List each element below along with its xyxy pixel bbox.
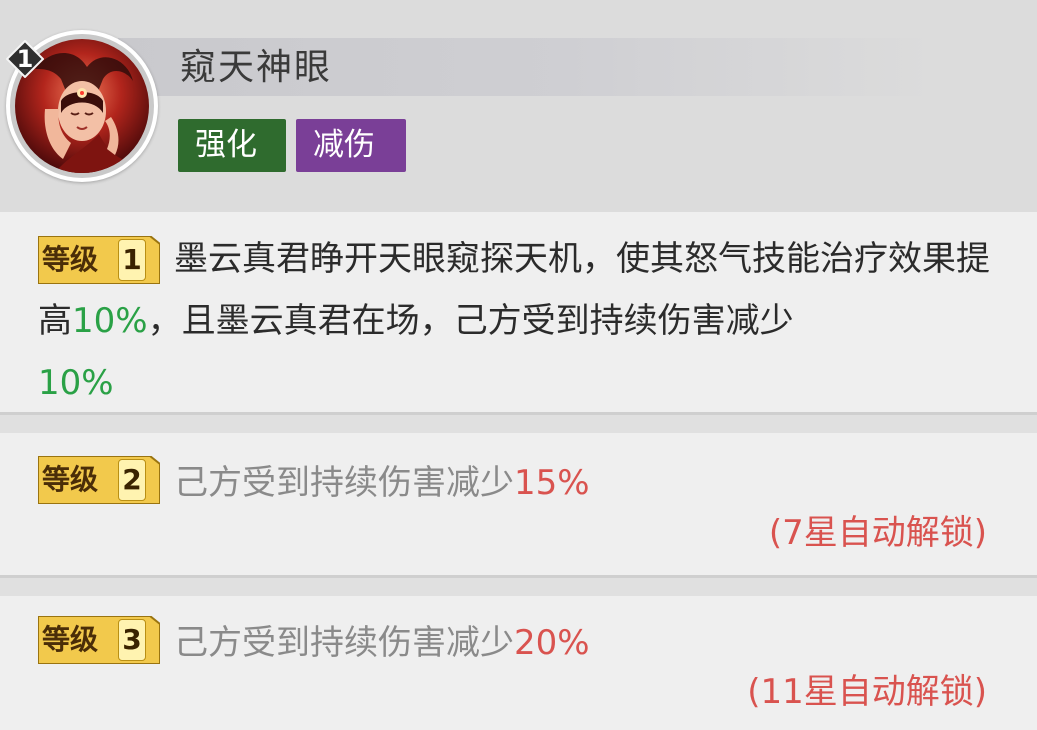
level-2-text: 己方受到持续伤害减少: [174, 463, 514, 503]
tag-enhance: 强化: [178, 119, 286, 172]
level-3-label: 等级: [42, 623, 99, 656]
skill-index: 1: [16, 45, 34, 73]
level-2-description: 己方受到持续伤害减少15%: [174, 452, 590, 514]
tag-damage-reduction: 减伤: [296, 119, 406, 172]
level-2-number: 2: [118, 459, 146, 501]
level-2-value: 15%: [514, 463, 590, 503]
level-3-unlock-note: (11星自动解锁): [747, 672, 987, 712]
level-1-value-reduce: 10%: [38, 363, 114, 403]
level-3-text: 己方受到持续伤害减少: [174, 623, 514, 663]
level-3-description: 己方受到持续伤害减少20%: [174, 612, 590, 674]
level-1-value-heal: 10%: [72, 301, 148, 341]
level-3-value: 20%: [514, 623, 590, 663]
level-2-unlock-note: (7星自动解锁): [768, 513, 987, 553]
level-1-text-b: ，且墨云真君在场，己方受到持续伤害减少: [147, 301, 794, 341]
row-divider: [0, 575, 1037, 596]
level-3-number: 3: [118, 619, 146, 661]
level-1-description: 墨云真君睁开天眼窥探天机，使其怒气技能治疗效果提高10%，且墨云真君在场，己方受…: [38, 228, 998, 414]
row-divider: [0, 412, 1037, 433]
level-2-label: 等级: [42, 463, 99, 496]
skill-title: 窥天神眼: [180, 47, 333, 88]
